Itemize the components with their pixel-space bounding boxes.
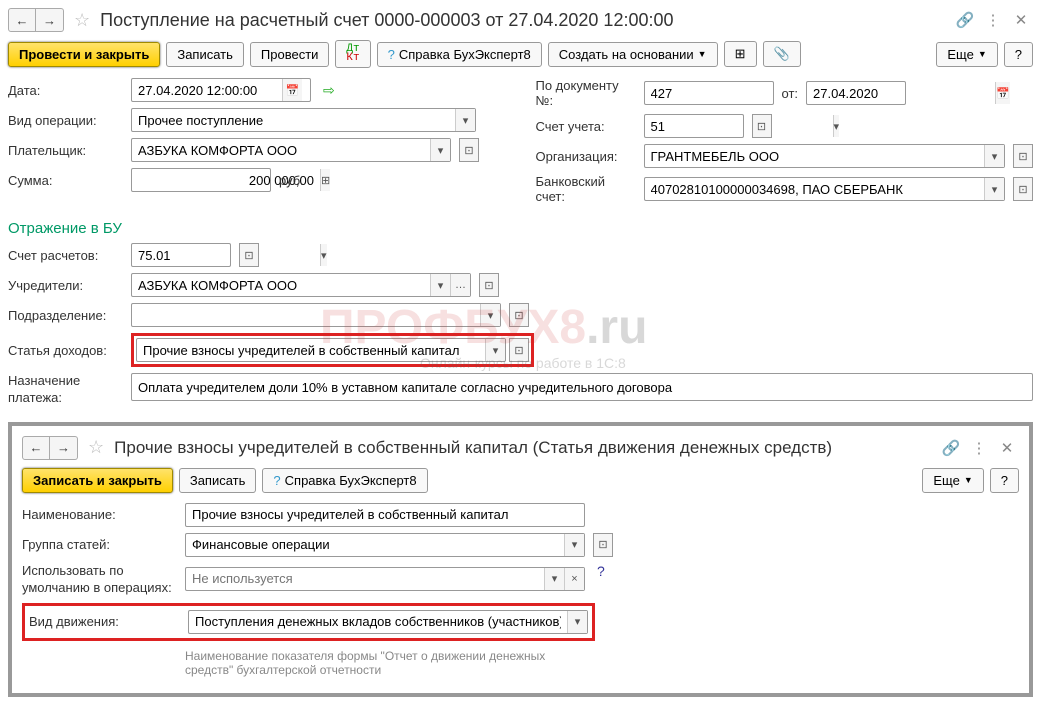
doc-from-input[interactable] <box>807 82 995 104</box>
sub-name-input[interactable] <box>186 504 584 526</box>
bu-section-title: Отражение в БУ <box>8 220 1033 237</box>
sub-back-button[interactable]: ← <box>22 436 50 460</box>
help-ref-button[interactable]: ? Справка БухЭксперт8 <box>377 42 542 67</box>
dropdown-icon[interactable]: ▾ <box>430 274 450 296</box>
open-icon[interactable]: ⊡ <box>509 338 529 362</box>
create-based-button[interactable]: Создать на основании ▼ <box>548 42 718 67</box>
dt-kt-button[interactable]: ДтКт <box>335 40 370 68</box>
op-type-label: Вид операции: <box>8 113 123 128</box>
ellipsis-icon[interactable]: … <box>450 274 470 296</box>
doc-num-label: По документу №: <box>536 78 636 108</box>
open-icon[interactable]: ⊡ <box>1013 177 1033 201</box>
date-input[interactable] <box>132 79 282 101</box>
dropdown-icon[interactable]: ▾ <box>833 115 840 137</box>
sub-default-use-input[interactable] <box>186 568 544 590</box>
back-button[interactable]: ← <box>8 8 36 32</box>
link-icon[interactable]: 🔗 <box>953 8 977 32</box>
sub-group-label: Группа статей: <box>22 537 177 552</box>
founders-input[interactable] <box>132 274 430 296</box>
favorite-star-icon[interactable]: ☆ <box>74 10 90 31</box>
sum-label: Сумма: <box>8 173 123 188</box>
dropdown-icon[interactable]: ▾ <box>480 304 500 326</box>
sub-save-button[interactable]: Записать <box>179 468 257 493</box>
dropdown-icon[interactable]: ▾ <box>455 109 475 131</box>
open-icon[interactable]: ⊡ <box>459 138 479 162</box>
payer-input[interactable] <box>132 139 430 161</box>
doc-from-label: от: <box>782 86 799 101</box>
purpose-label: Назначение платежа: <box>8 373 123 407</box>
settle-account-input[interactable] <box>132 244 320 266</box>
currency-label: руб. <box>279 173 304 188</box>
attachment-icon-button[interactable]: 📎 <box>763 41 801 67</box>
calendar-icon[interactable]: 📅 <box>995 82 1010 104</box>
dropdown-icon[interactable]: ▾ <box>544 568 564 590</box>
forward-button[interactable]: → <box>36 8 64 32</box>
dropdown-icon[interactable]: ▾ <box>984 145 1004 167</box>
sub-favorite-star-icon[interactable]: ☆ <box>88 437 104 458</box>
op-type-input[interactable] <box>132 109 455 131</box>
open-icon[interactable]: ⊡ <box>593 533 613 557</box>
clear-icon[interactable]: × <box>564 568 584 590</box>
sub-more-button[interactable]: Еще ▼ <box>922 468 983 493</box>
founders-label: Учредители: <box>8 278 123 293</box>
open-icon[interactable]: ⊡ <box>1013 144 1033 168</box>
dropdown-icon[interactable]: ▾ <box>430 139 450 161</box>
dropdown-icon[interactable]: ▾ <box>485 339 505 361</box>
sub-movement-hint: Наименование показателя формы "Отчет о д… <box>185 649 585 677</box>
sub-link-icon[interactable]: 🔗 <box>939 436 963 460</box>
payer-label: Плательщик: <box>8 143 123 158</box>
green-arrow-icon[interactable]: ⇨ <box>323 82 335 99</box>
sub-help-button[interactable]: ? <box>990 468 1019 493</box>
calendar-icon[interactable]: 📅 <box>282 79 302 101</box>
sub-default-use-label: Использовать по умолчанию в операциях: <box>22 563 177 597</box>
kebab-menu-icon[interactable]: ⋮ <box>981 8 1005 32</box>
sub-close-icon[interactable]: ✕ <box>995 436 1019 460</box>
calculator-icon[interactable]: ⊞ <box>320 169 330 191</box>
bank-account-input[interactable] <box>645 178 985 200</box>
open-icon[interactable]: ⊡ <box>239 243 259 267</box>
dropdown-icon[interactable]: ▾ <box>984 178 1004 200</box>
open-icon[interactable]: ⊡ <box>752 114 772 138</box>
post-button[interactable]: Провести <box>250 42 330 67</box>
division-input[interactable] <box>132 304 480 326</box>
doc-num-input[interactable] <box>645 82 833 104</box>
sub-kebab-menu-icon[interactable]: ⋮ <box>967 436 991 460</box>
income-highlight: ▾ ⊡ <box>131 333 534 367</box>
window-title: Поступление на расчетный счет 0000-00000… <box>100 10 949 31</box>
registry-icon-button[interactable]: ⊞ <box>724 41 757 67</box>
help-question-icon[interactable]: ? <box>597 563 605 579</box>
date-label: Дата: <box>8 83 123 98</box>
close-icon[interactable]: ✕ <box>1009 8 1033 32</box>
income-input[interactable] <box>137 339 485 361</box>
sub-movement-input[interactable] <box>189 611 567 633</box>
account-label: Счет учета: <box>536 119 636 134</box>
settle-account-label: Счет расчетов: <box>8 248 123 263</box>
org-input[interactable] <box>645 145 985 167</box>
sub-save-close-button[interactable]: Записать и закрыть <box>22 468 173 493</box>
sub-forward-button[interactable]: → <box>50 436 78 460</box>
post-and-close-button[interactable]: Провести и закрыть <box>8 42 160 67</box>
income-label: Статья доходов: <box>8 343 123 358</box>
account-input[interactable] <box>645 115 833 137</box>
open-icon[interactable]: ⊡ <box>479 273 499 297</box>
sub-movement-label: Вид движения: <box>29 614 180 629</box>
division-label: Подразделение: <box>8 308 123 323</box>
dropdown-icon[interactable]: ▾ <box>320 244 327 266</box>
open-icon[interactable]: ⊡ <box>509 303 529 327</box>
dropdown-icon[interactable]: ▾ <box>567 611 587 633</box>
help-button[interactable]: ? <box>1004 42 1033 67</box>
sub-name-label: Наименование: <box>22 507 177 522</box>
sub-window-title: Прочие взносы учредителей в собственный … <box>114 438 935 458</box>
sub-group-input[interactable] <box>186 534 564 556</box>
dropdown-icon[interactable]: ▾ <box>564 534 584 556</box>
bank-account-label: Банковский счет: <box>536 174 636 204</box>
save-button[interactable]: Записать <box>166 42 244 67</box>
movement-highlight: Вид движения: ▾ <box>22 603 595 641</box>
sub-help-ref-button[interactable]: ? Справка БухЭксперт8 <box>262 468 427 493</box>
more-button[interactable]: Еще ▼ <box>936 42 997 67</box>
purpose-input[interactable] <box>132 374 1032 400</box>
org-label: Организация: <box>536 149 636 164</box>
